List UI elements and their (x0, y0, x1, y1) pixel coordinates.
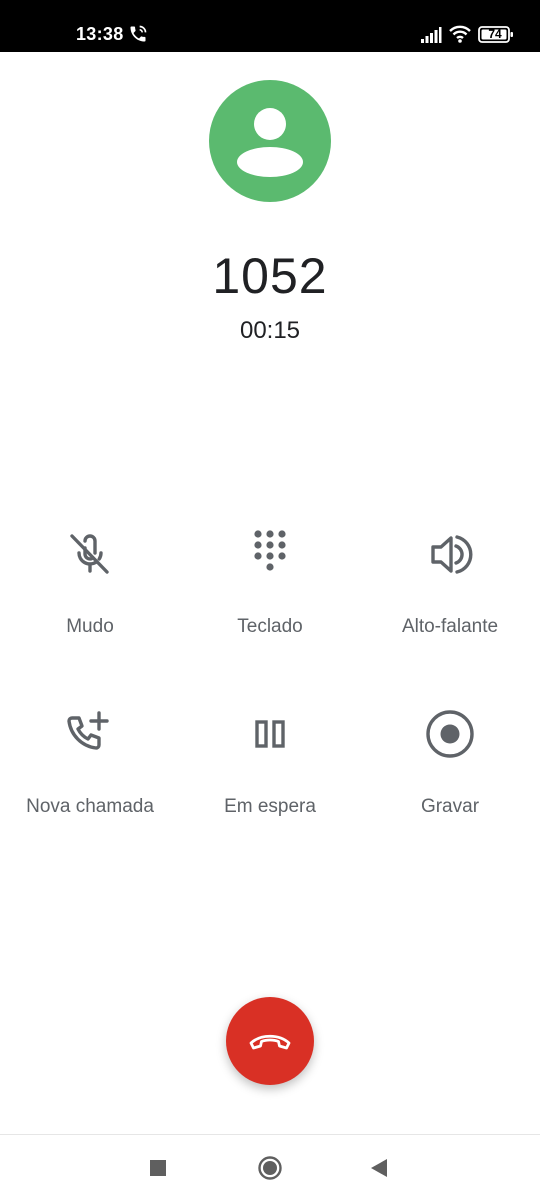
call-in-progress-icon (128, 24, 148, 44)
recents-square-icon (150, 1160, 166, 1176)
mute-button[interactable]: Mudo (0, 524, 180, 674)
home-circle-icon (258, 1156, 282, 1180)
add-call-icon (60, 704, 120, 764)
status-bar: 13:38 74 (0, 0, 540, 52)
call-end-icon (249, 1034, 291, 1050)
contact-avatar (209, 80, 331, 202)
battery-level: 74 (488, 27, 502, 41)
record-icon (420, 704, 480, 764)
mute-label: Mudo (66, 616, 114, 637)
record-button[interactable]: Gravar (360, 704, 540, 854)
back-triangle-icon (371, 1159, 387, 1177)
speaker-button[interactable]: Alto-falante (360, 524, 540, 674)
status-time: 13:38 (76, 24, 124, 44)
add-call-label: Nova chamada (26, 796, 154, 817)
pause-icon (240, 704, 300, 764)
keypad-button[interactable]: Teclado (180, 524, 360, 674)
call-duration: 00:15 (239, 317, 301, 344)
speaker-label: Alto-falante (401, 616, 499, 637)
caller-number: 1052 (212, 248, 328, 304)
speaker-icon (420, 524, 480, 584)
wifi-icon (448, 24, 472, 44)
recents-button[interactable] (138, 1150, 178, 1186)
back-button[interactable] (360, 1150, 400, 1186)
hold-label: Em espera (224, 796, 316, 817)
nav-divider (0, 1134, 540, 1135)
signal-icon (420, 26, 442, 44)
add-call-button[interactable]: Nova chamada (0, 704, 180, 854)
home-button[interactable] (250, 1150, 290, 1186)
in-call-screen: 13:38 74 1052 00:15 Mudo Teclado Alto-fa… (0, 0, 540, 1200)
person-icon (237, 108, 303, 177)
hold-button[interactable]: Em espera (180, 704, 360, 854)
keypad-label: Teclado (237, 616, 303, 637)
record-label: Gravar (420, 796, 480, 817)
end-call-button[interactable] (226, 997, 314, 1085)
mic-off-icon (60, 524, 120, 584)
dialpad-icon (240, 524, 300, 584)
